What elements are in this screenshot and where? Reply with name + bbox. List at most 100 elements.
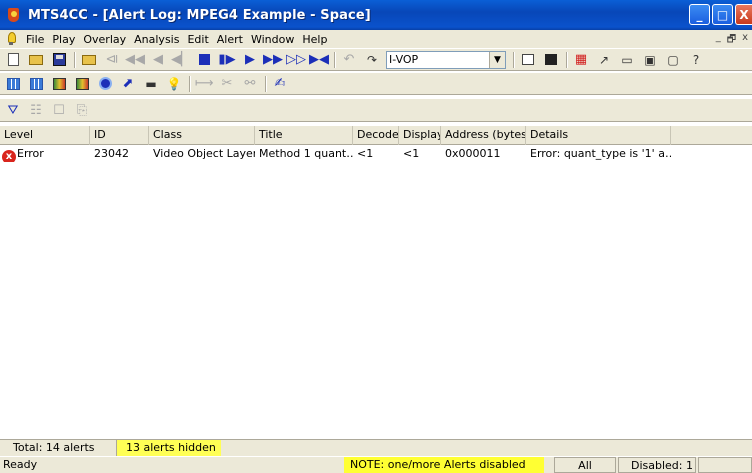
alert-list-header: Level ID Class Title Decode Display Addr… [0,126,752,145]
toolbar-separator [74,51,76,68]
mask-icon [545,54,557,65]
frame-view-button[interactable] [519,51,537,69]
status-disabled-count: Disabled: 1 [618,457,696,473]
column-id[interactable]: ID [90,126,149,145]
filter-button[interactable]: ⛛ [4,101,22,119]
hex-view-button[interactable] [27,75,45,93]
range-button[interactable]: ⟼ [195,75,214,93]
menu-file[interactable]: File [22,33,48,46]
menu-analysis[interactable]: Analysis [130,33,183,46]
display-cell: <1 [403,147,420,160]
first-frame-button[interactable]: ⧏ [103,51,121,69]
open-file-button[interactable] [27,51,45,69]
status-ready: Ready [3,458,38,471]
vop-type-select[interactable]: I-VOP ▼ [386,50,506,69]
mdi-close-button[interactable]: x [742,32,748,49]
export-button[interactable]: ⬈ [119,75,137,93]
open-stream-icon [82,54,96,65]
mdi-controls: _ 🗗 x [716,32,748,49]
redo-button[interactable]: ↷ [363,51,381,69]
mdi-minimize-button[interactable]: _ [716,32,721,49]
stop-button[interactable] [195,51,213,69]
signature-button[interactable]: ✍ [271,75,289,93]
rewind-button[interactable]: ◀◀ [125,51,145,69]
minimize-button[interactable]: _ [689,4,710,25]
eye-icon [98,77,112,90]
tools-button[interactable]: ✂ [218,75,236,93]
alert-list: x Error 23042 Video Object Layer Method 1… [0,145,752,438]
open-folder-icon [29,54,43,65]
save-icon [52,53,66,66]
syntax-view-button[interactable] [50,75,68,93]
bitstream-view-button[interactable] [4,75,22,93]
stats-button[interactable]: ▣ [641,51,659,69]
play-button[interactable]: ▶ [241,51,259,69]
column-class[interactable]: Class [149,126,255,145]
window-title: MTS4CC - [Alert Log: MPEG4 Example - Spa… [28,7,371,23]
save-button[interactable] [50,51,68,69]
chevron-down-icon[interactable]: ▼ [489,51,505,68]
last-frame-button[interactable]: ▶◀ [309,51,329,69]
app-icon [6,7,22,23]
column-decode[interactable]: Decode [353,126,399,145]
main-toolbar: ⧏ ◀◀ ◀ ◀▏ ▮▶ ▶ ▶▶ ▷▷ ▶◀ ↶ ↷ I-VOP ▼ ▦ ↗ … [0,48,752,71]
menu-play[interactable]: Play [48,33,79,46]
toolbar-separator [265,75,267,92]
level-cell: x Error [0,145,90,162]
toolbar-separator [566,51,568,68]
id-cell: 23042 [94,147,129,160]
settings-button[interactable]: ☷ [27,101,45,119]
zoom-button[interactable]: ▢ [664,51,682,69]
status-extra-panel [698,457,752,473]
menu-alert[interactable]: Alert [213,33,247,46]
step-back-button[interactable]: ◀ [149,51,167,69]
mdi-restore-button[interactable]: 🗗 [727,32,736,49]
menu-overlay[interactable]: Overlay [79,33,130,46]
column-level[interactable]: Level [0,126,90,145]
title-bar[interactable]: MTS4CC - [Alert Log: MPEG4 Example - Spa… [0,0,752,30]
frame-back-button[interactable]: ◀▏ [171,51,191,69]
macroblock-grid-button[interactable]: ▦ [572,51,590,69]
help-button[interactable]: ? [687,51,705,69]
table-row[interactable]: x Error 23042 Video Object Layer Method 1… [0,145,752,162]
toolbar-separator [189,75,191,92]
alert-summary-bar: Total: 14 alerts 13 alerts hidden [0,439,752,456]
undo-button[interactable]: ↶ [340,51,358,69]
link-button[interactable]: ⚯ [241,75,259,93]
open-stream-button[interactable] [80,51,98,69]
step-forward-button[interactable]: ▮▶ [218,51,236,69]
copy-button[interactable]: ⎘ [73,101,91,119]
close-button[interactable]: X [735,4,752,25]
picture-view-button[interactable] [73,75,91,93]
decode-cell: <1 [357,147,374,160]
menu-help[interactable]: Help [298,33,331,46]
vop-type-value: I-VOP [389,52,419,66]
alert-button[interactable]: 💡 [165,75,183,93]
column-details[interactable]: Details [526,126,671,145]
hidden-alerts-label: 13 alerts hidden [117,440,221,456]
clear-button[interactable]: ☐ [50,101,68,119]
menu-edit[interactable]: Edit [183,33,212,46]
skip-forward-button[interactable]: ▷▷ [286,51,306,69]
syntax-icon [52,77,66,90]
error-icon: x [2,150,16,162]
new-file-icon [7,53,19,66]
buffer-button[interactable]: ▬ [142,75,160,93]
menu-bar: File Play Overlay Analysis Edit Alert Wi… [0,30,752,48]
document-menu-icon[interactable] [6,32,16,46]
motion-vector-button[interactable]: ↗ [595,51,613,69]
new-file-button[interactable] [4,51,22,69]
fast-forward-button[interactable]: ▶▶ [263,51,283,69]
menu-window[interactable]: Window [247,33,298,46]
status-all-filter[interactable]: All [554,457,616,473]
mask-view-button[interactable] [542,51,560,69]
overlay-button[interactable]: ▭ [618,51,636,69]
maximize-button[interactable]: □ [712,4,733,25]
column-display[interactable]: Display [399,126,441,145]
column-title[interactable]: Title [255,126,353,145]
column-address[interactable]: Address (bytes) [441,126,526,145]
analysis-toolbar: ⬈ ▬ 💡 ⟼ ✂ ⚯ ✍ [0,72,752,95]
hex-icon [29,77,43,90]
toolbar-separator [513,51,515,68]
eye-view-button[interactable] [96,75,114,93]
